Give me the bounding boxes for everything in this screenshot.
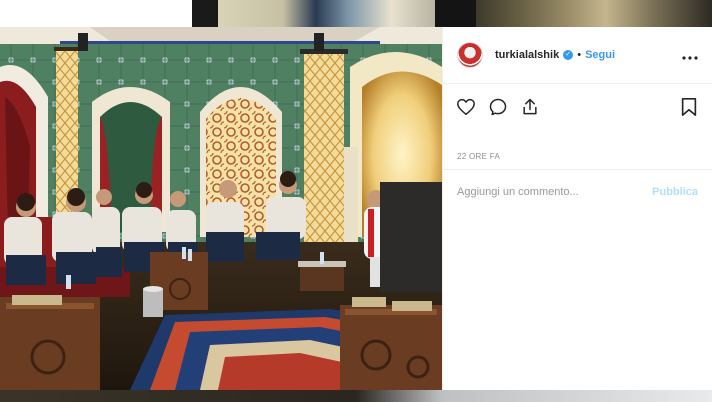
comment-button[interactable] — [487, 96, 509, 118]
background-page-gap — [435, 0, 476, 27]
post-sidebar: turkialalshik ✓ • Segui 22 ORE FA Aggiun… — [442, 27, 712, 390]
background-page-gap — [192, 0, 218, 27]
publish-button[interactable]: Pubblica — [652, 186, 698, 198]
background-page-strip — [0, 0, 192, 27]
heart-icon — [457, 98, 475, 116]
post-photo[interactable] — [0, 27, 442, 390]
instagram-post-overlay: turkialalshik ✓ • Segui 22 ORE FA Aggiun… — [0, 0, 712, 402]
background-thumbnail — [218, 0, 435, 27]
background-page-strip — [0, 390, 712, 402]
verified-badge-icon: ✓ — [563, 50, 574, 60]
post-photo-image — [0, 27, 442, 390]
comment-bubble-icon — [489, 98, 507, 116]
post-header: turkialalshik ✓ • Segui — [443, 27, 712, 84]
avatar[interactable] — [457, 42, 483, 68]
comment-form: Pubblica — [443, 169, 712, 213]
username-link[interactable]: turkialalshik — [495, 49, 559, 61]
share-button[interactable] — [519, 96, 541, 118]
comment-input[interactable] — [457, 185, 653, 198]
follow-button[interactable]: Segui — [585, 49, 615, 61]
like-button[interactable] — [455, 96, 477, 118]
separator-dot: • — [577, 49, 582, 61]
background-thumbnail — [476, 0, 712, 27]
post-timestamp: 22 ORE FA — [457, 152, 501, 161]
save-button[interactable] — [678, 96, 700, 118]
post-actions — [455, 95, 700, 119]
more-horizontal-icon — [682, 56, 698, 60]
more-options-button[interactable] — [682, 47, 698, 63]
share-icon — [523, 98, 537, 115]
bookmark-icon — [681, 98, 697, 116]
